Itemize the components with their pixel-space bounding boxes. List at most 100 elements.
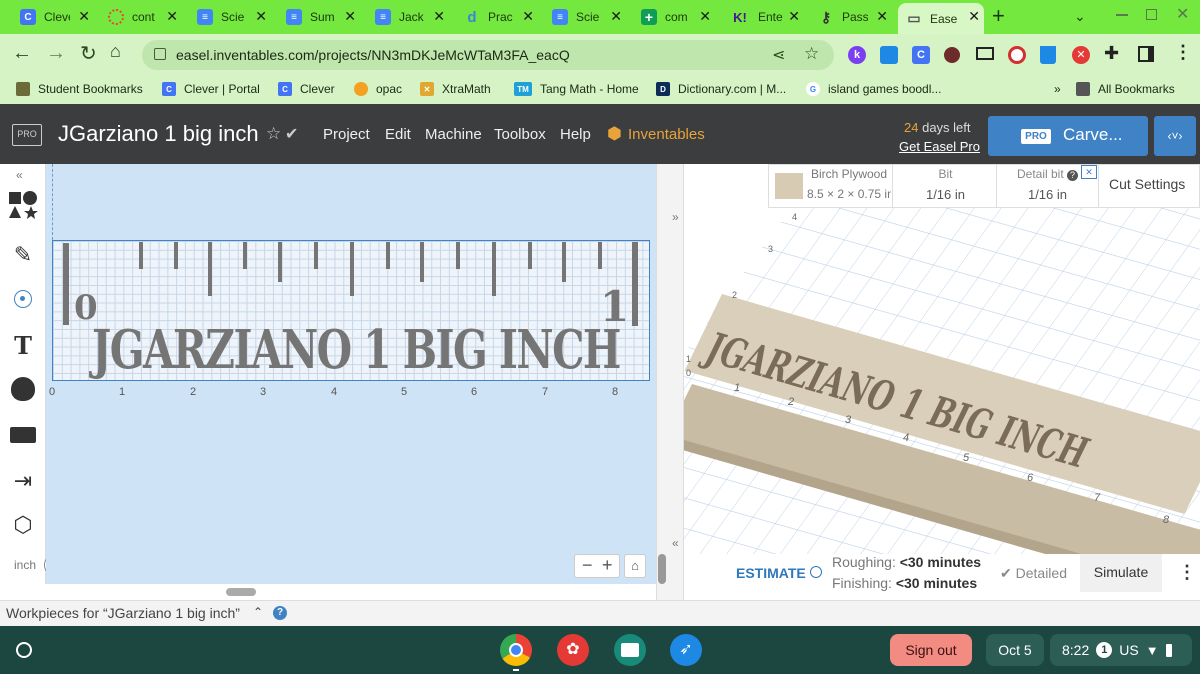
bookmark-tang-math[interactable]: TM Tang Math - Home [514,82,639,96]
bookmark-xtramath[interactable]: ✕ XtraMath [420,82,491,96]
apps-tool[interactable] [4,370,42,408]
record-extension-icon[interactable] [1008,46,1026,64]
launcher-icon[interactable] [16,642,32,658]
trash-extension-icon[interactable] [1040,46,1056,64]
menu-project[interactable]: Project [323,126,370,143]
close-tab-icon[interactable]: ✕ [968,9,980,23]
close-window-icon[interactable]: ✕ [1176,4,1189,24]
bookmark-opac[interactable]: opac [354,82,402,96]
classroom-app-icon[interactable] [614,634,646,666]
tab-easel-active[interactable]: ▭ Easel ✕ [898,3,984,34]
clever-extension-icon[interactable]: C [912,46,930,64]
extensions-puzzle-icon[interactable]: ✚ [1104,43,1119,64]
bookmark-island-games[interactable]: Gisland games boodl... [806,82,941,96]
canvas-app-icon[interactable]: ✿ [557,634,589,666]
close-tab-icon[interactable]: ✕ [610,9,622,23]
parts-tool[interactable] [4,416,42,454]
machine-connect-icon[interactable]: ‹˅› [1154,116,1196,156]
close-tab-icon[interactable]: ✕ [166,9,178,23]
import-tool[interactable]: ⇥ [4,462,42,500]
horizontal-scrollbar[interactable] [226,588,256,596]
tab-clever[interactable]: C Clever ✕ [18,4,94,30]
close-tab-icon[interactable]: ✕ [876,9,888,23]
new-tab-icon[interactable]: + [992,5,1005,27]
menu-dots-icon[interactable]: ⋮ [1174,42,1192,63]
zoom-in-button[interactable]: + [602,555,613,576]
close-tab-icon[interactable]: ✕ [522,9,534,23]
kami-extension-icon[interactable]: k [848,46,866,64]
restore-icon[interactable] [1146,9,1157,20]
vertical-scrollbar[interactable] [658,554,666,584]
tab-ente[interactable]: K! Ente ✕ [728,4,804,30]
tab-sum[interactable]: ≡ Sum ✕ [284,4,360,30]
project-title[interactable]: JGarziano 1 big inch [58,121,259,147]
forward-icon[interactable]: → [46,42,66,65]
menu-toolbox[interactable]: Toolbox [494,126,546,143]
bookmark-dictionary[interactable]: D Dictionary.com | M... [656,82,786,96]
help-icon[interactable]: ? [1067,170,1079,181]
collapse-rail-icon[interactable]: « [16,168,23,182]
expand-workpieces-icon[interactable]: ⌃ [253,605,263,619]
menu-help[interactable]: Help [560,126,591,143]
collapse-preview-icon[interactable]: « [672,536,679,550]
text-tool[interactable]: T [4,326,42,364]
block-extension-icon[interactable]: ✕ [1072,46,1090,64]
material-selector[interactable]: Birch Plywood 8.5 × 2 × 0.75 in [769,165,893,207]
remove-detail-bit-icon[interactable]: ✕ [1081,165,1097,179]
get-easel-pro-link[interactable]: Get Easel Pro [899,139,980,154]
home-icon[interactable]: ⌂ [110,41,121,62]
close-tab-icon[interactable]: ✕ [78,9,90,23]
close-tab-icon[interactable]: ✕ [433,9,445,23]
screencast-extension-icon[interactable] [880,46,898,64]
tab-scie[interactable]: ≡ Scie ✕ [195,4,271,30]
reset-view-home-icon[interactable]: ⌂ [624,554,646,578]
bookmark-clever-portal[interactable]: C Clever | Portal [162,82,260,96]
tab-scie-2[interactable]: ≡ Scie ✕ [550,4,626,30]
url-text[interactable]: easel.inventables.com/projects/NN3mDKJeM… [176,47,570,63]
monitor-extension-icon[interactable] [976,47,994,60]
bit-selector[interactable]: Bit 1/16 in [895,165,997,207]
bookmarks-overflow-icon[interactable]: » [1054,82,1061,96]
tab-jack[interactable]: ≡ Jack ✕ [373,4,449,30]
shapes-tool[interactable] [4,186,42,224]
tab-search-chevron-icon[interactable]: ⌄ [1074,8,1086,25]
simulate-button[interactable]: Simulate [1080,554,1162,592]
reload-icon[interactable]: ↻ [80,41,97,66]
close-tab-icon[interactable]: ✕ [344,9,356,23]
panel-divider[interactable]: » « [656,164,684,600]
point-tool[interactable] [4,280,42,318]
estimate-button[interactable]: ESTIMATE [736,565,822,581]
menu-edit[interactable]: Edit [385,126,411,143]
side-panel-icon[interactable] [1138,46,1154,62]
carve-button[interactable]: PRO Carve... [988,116,1148,156]
bookmark-folder-student[interactable]: Student Bookmarks [16,82,143,96]
extension-icon[interactable] [944,47,960,63]
favorite-star-icon[interactable]: ☆ [266,124,281,144]
date-pill[interactable]: Oct 5 [986,634,1044,666]
design-canvas[interactable]: 0 1 JGARZIANO 1 BIG INCH 0 1 2 3 4 5 6 7… [46,164,656,596]
sign-out-button[interactable]: Sign out [890,634,972,666]
share-icon[interactable]: ⋖ [772,45,785,65]
zoom-out-button[interactable]: − [582,555,593,576]
close-tab-icon[interactable]: ✕ [255,9,267,23]
tab-cont[interactable]: cont ✕ [106,4,182,30]
3d-model-tool[interactable]: ⬡ [4,506,42,544]
address-bar[interactable]: easel.inventables.com/projects/NN3mDKJeM… [142,40,834,70]
site-info-icon[interactable] [154,48,166,60]
cut-settings-button[interactable]: Cut Settings [1109,176,1185,192]
3d-preview[interactable]: JGARZIANO 1 BIG INCH 1 2 3 4 5 6 7 8 4 3… [684,164,1200,554]
workpieces-bar[interactable]: Workpieces for “JGarziano 1 big inch” ⌃ … [0,600,1200,626]
chrome-app-icon[interactable] [500,634,532,666]
menu-machine[interactable]: Machine [425,126,482,143]
tab-pass[interactable]: ⚷ Pass ✕ [816,4,892,30]
launch-app-icon[interactable]: ➶ [670,634,702,666]
inventables-link[interactable]: Inventables [628,126,705,143]
status-tray[interactable]: 8:22 1 US ▼ [1050,634,1192,666]
more-options-icon[interactable]: ⋮ [1178,562,1196,583]
tab-com[interactable]: + com ✕ [639,4,715,30]
all-bookmarks-folder[interactable]: All Bookmarks [1076,82,1175,96]
minimize-icon[interactable] [1116,14,1128,16]
tab-prac[interactable]: d Prac ✕ [462,4,538,30]
back-icon[interactable]: ← [12,42,32,65]
workpieces-help-icon[interactable]: ? [273,606,287,620]
